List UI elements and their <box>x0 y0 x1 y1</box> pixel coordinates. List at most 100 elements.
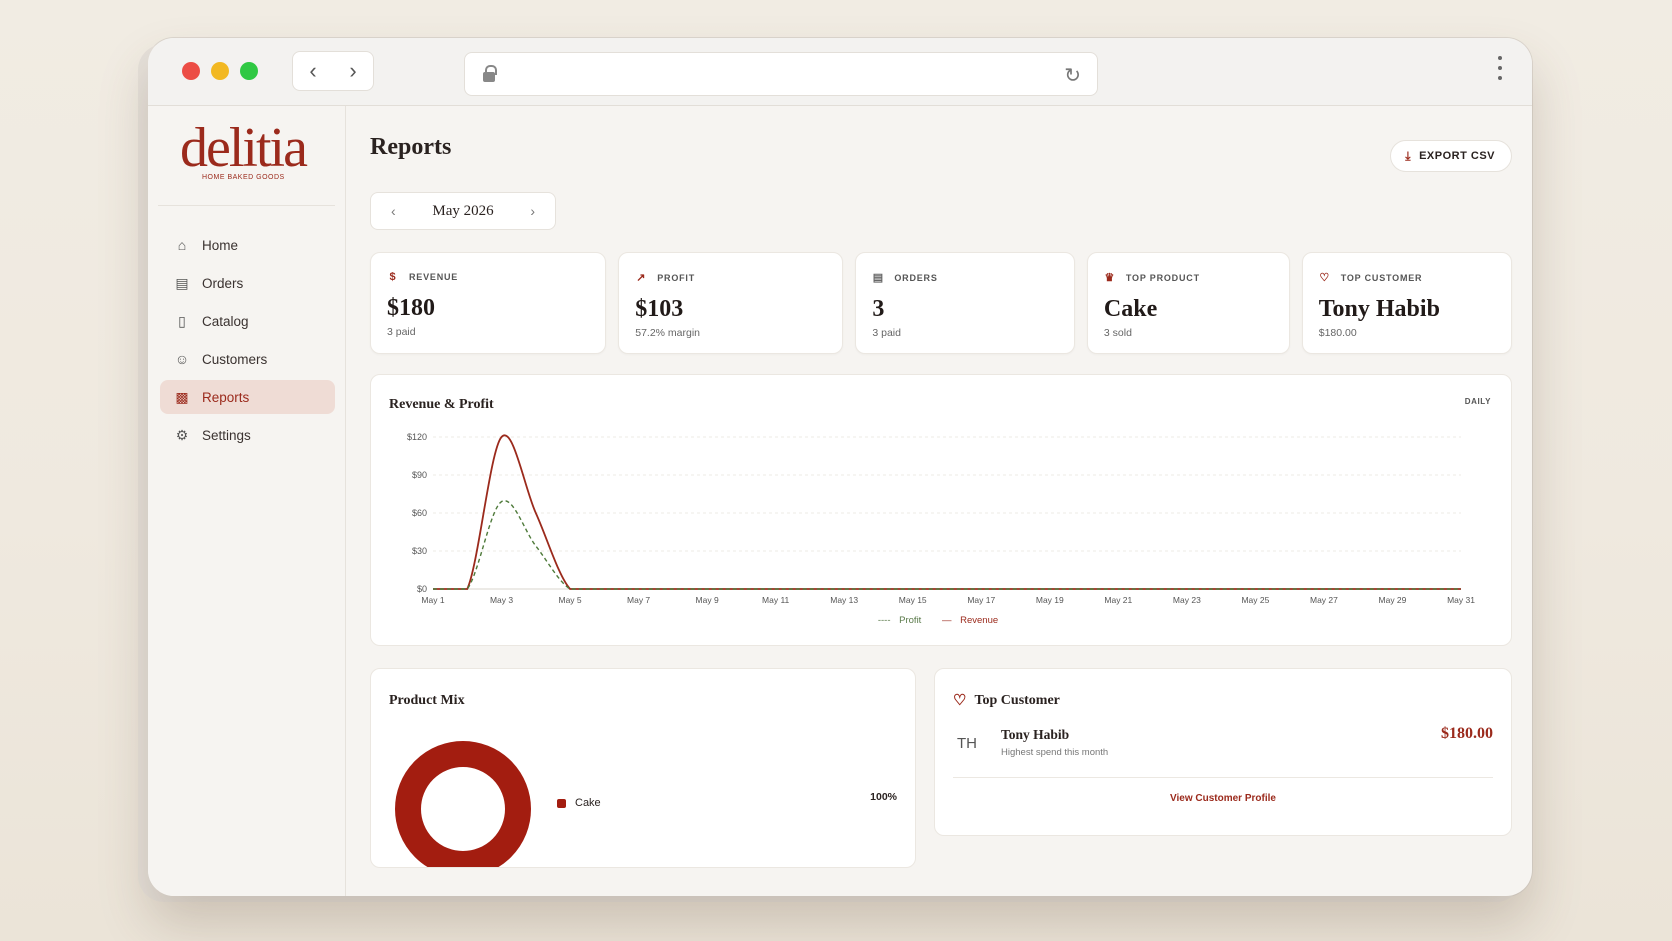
x-tick-label: May 9 <box>696 595 719 605</box>
kpi-value: $180 <box>387 295 435 321</box>
reports-icon: ▩ <box>175 389 189 405</box>
minimize-window-button[interactable] <box>211 62 229 80</box>
reload-icon[interactable]: ↻ <box>1064 63 1081 88</box>
avatar: TH <box>957 735 977 752</box>
top-customer-card: ♡ Top Customer TH Tony Habib Highest spe… <box>934 668 1512 836</box>
clipboard-icon: ▤ <box>872 272 884 284</box>
maximize-window-button[interactable] <box>240 62 258 80</box>
top-customer-title-label: Top Customer <box>974 692 1060 708</box>
series-line-revenue <box>433 434 1461 590</box>
view-customer-profile-link[interactable]: View Customer Profile <box>935 793 1511 804</box>
x-tick-label: May 17 <box>967 595 995 605</box>
browser-menu-icon[interactable] <box>1498 56 1502 86</box>
logo-tagline: HOME BAKED GOODS <box>202 174 285 181</box>
kpi-card-orders: ▤ ORDERS 3 3 paid <box>855 252 1075 354</box>
product-mix-donut <box>395 741 531 867</box>
sidebar-item-label: Reports <box>202 389 250 405</box>
y-tick-label: $120 <box>407 432 427 442</box>
x-tick-label: May 1 <box>421 595 444 605</box>
brand-logo[interactable]: delitia HOME BAKED GOODS <box>158 106 335 206</box>
x-tick-label: May 21 <box>1104 595 1132 605</box>
legend-revenue: — Revenue <box>941 615 999 626</box>
y-tick-label: $90 <box>412 470 427 480</box>
forward-arrow-icon[interactable]: › <box>349 58 356 84</box>
x-tick-label: May 11 <box>762 595 790 605</box>
y-tick-label: $0 <box>417 584 427 594</box>
catalog-icon: ▯ <box>178 313 186 329</box>
product-mix-item-label: Cake <box>575 797 601 809</box>
product-mix-card: Product Mix Cake 100% <box>370 668 916 868</box>
sidebar-item-label: Home <box>202 237 239 253</box>
lock-icon <box>483 65 497 82</box>
kpi-label: TOP CUSTOMER <box>1340 272 1423 283</box>
x-tick-label: May 7 <box>627 595 650 605</box>
sidebar-item-orders[interactable]: ▤ Orders <box>160 266 335 300</box>
heart-icon: ♡ <box>1319 272 1331 284</box>
kpi-card-top-product: ♛ TOP PRODUCT Cake 3 sold <box>1086 252 1290 354</box>
history-nav: ‹ › <box>292 51 374 91</box>
kpi-sub: $180.00 <box>1318 327 1357 339</box>
top-customer-title: ♡ Top Customer <box>953 691 1060 710</box>
x-tick-label: May 29 <box>1379 595 1407 605</box>
browser-toolbar: ‹ › ↻ <box>148 38 1532 106</box>
kpi-label: ORDERS <box>894 272 938 283</box>
month-picker: ‹ May 2026 › <box>370 192 556 230</box>
prev-month-chevron-icon[interactable]: ‹ <box>391 203 396 219</box>
sidebar-item-label: Settings <box>202 427 251 443</box>
kpi-sub: 3 paid <box>387 326 416 338</box>
kpi-cards: $ REVENUE $180 3 paid ↗ PROFIT $103 57.2% … <box>370 252 1512 354</box>
kpi-value: Cake <box>1103 296 1158 322</box>
sidebar-item-customers[interactable]: ☺ Customers <box>160 342 335 376</box>
y-tick-label: $60 <box>412 508 427 518</box>
sidebar-item-reports[interactable]: ▩ Reports <box>160 380 335 414</box>
customer-subtitle: Highest spend this month <box>1001 747 1109 758</box>
kpi-sub: 3 sold <box>1103 327 1132 339</box>
product-mix-item-pct: 100% <box>870 791 897 803</box>
series-line-profit <box>433 500 1461 590</box>
sidebar-item-catalog[interactable]: ▯ Catalog <box>160 304 335 338</box>
kpi-label: REVENUE <box>409 272 459 282</box>
kpi-label: PROFIT <box>657 272 696 283</box>
revenue-profit-chart-card: Revenue & Profit DAILY $0 $30 $60 $90 $120 Ma… <box>370 374 1512 646</box>
revenue-profit-chart: $0 $30 $60 $90 $120 May 1 May 3 May 5 May 7 May 9… <box>407 432 1475 605</box>
divider <box>953 777 1493 778</box>
export-csv-button[interactable]: ⤓ EXPORT CSV <box>1390 140 1512 172</box>
x-tick-label: May 13 <box>830 595 858 605</box>
kpi-card-top-customer: ♡ TOP CUSTOMER Tony Habib $180.00 <box>1301 252 1512 354</box>
sidebar-nav: ⌂ Home ▤ Orders ▯ Catalog ☺ Customers ▩ <box>148 206 345 452</box>
app: delitia HOME BAKED GOODS ⌂ Home ▤ Orders… <box>148 106 1532 896</box>
legend-revenue-label: Revenue <box>960 615 999 626</box>
export-csv-label: EXPORT CSV <box>1419 150 1495 162</box>
address-bar[interactable]: ↻ <box>464 52 1098 96</box>
x-tick-label: May 3 <box>490 595 513 605</box>
heart-icon: ♡ <box>953 693 967 709</box>
browser-window: ‹ › ↻ delitia HOME BAKED GOODS ⌂ Home ▤ … <box>148 38 1532 896</box>
chart-legend: ---- Profit — Revenue <box>371 615 1511 626</box>
legend-swatch <box>557 798 566 808</box>
kpi-label: TOP PRODUCT <box>1125 272 1200 283</box>
sidebar-item-settings[interactable]: ⚙ Settings <box>160 418 335 452</box>
month-label: May 2026 <box>432 202 494 219</box>
legend-profit: ---- Profit <box>877 615 922 626</box>
x-tick-label: May 23 <box>1173 595 1201 605</box>
sidebar: delitia HOME BAKED GOODS ⌂ Home ▤ Orders… <box>148 106 346 896</box>
product-mix-legend-item: Cake <box>557 797 601 809</box>
x-tick-label: May 19 <box>1036 595 1064 605</box>
x-tick-label: May 5 <box>558 595 581 605</box>
close-window-button[interactable] <box>182 62 200 80</box>
kpi-value: Tony Habib <box>1318 296 1440 322</box>
back-arrow-icon[interactable]: ‹ <box>309 58 316 84</box>
sidebar-item-home[interactable]: ⌂ Home <box>160 228 335 262</box>
x-tick-label: May 15 <box>899 595 927 605</box>
trend-up-icon: ↗ <box>636 272 647 284</box>
download-icon: ⤓ <box>1405 148 1412 163</box>
x-tick-label: May 27 <box>1310 595 1338 605</box>
x-tick-label: May 25 <box>1241 595 1269 605</box>
logo-wordmark: delitia <box>180 117 308 179</box>
dollar-icon: $ <box>389 271 397 283</box>
sidebar-item-label: Orders <box>202 275 244 291</box>
crown-icon: ♛ <box>1104 272 1116 284</box>
legend-profit-label: Profit <box>899 615 922 626</box>
next-month-chevron-icon[interactable]: › <box>530 203 535 219</box>
customers-icon: ☺ <box>174 351 190 367</box>
